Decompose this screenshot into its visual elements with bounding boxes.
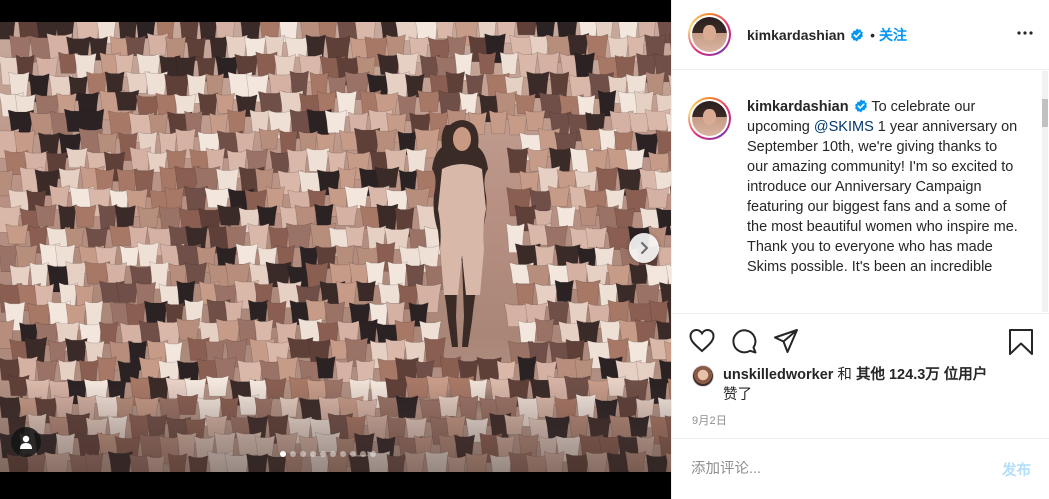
caption-username[interactable]: kimkardashian (747, 99, 849, 115)
garment-floor (0, 382, 671, 472)
likes-suffix: 赞了 (723, 387, 752, 403)
like-button[interactable] (688, 327, 716, 355)
comment-bar: 发布 (672, 438, 1049, 499)
caption-verified-icon (854, 99, 868, 113)
chevron-right-icon (641, 242, 648, 254)
post-header: kimkardashian • 关注 (672, 0, 1049, 70)
post-side-panel: kimkardashian • 关注 kimkardashian To cele… (671, 0, 1049, 499)
likes-connector: 和 (833, 367, 856, 383)
follow-separator: • (870, 26, 875, 43)
post-comment-button[interactable]: 发布 (1002, 459, 1031, 480)
carousel-dot (320, 451, 326, 457)
caption-mention-link[interactable]: @SKIMS (814, 119, 874, 135)
follow-button[interactable]: 关注 (879, 25, 907, 45)
carousel-dot (290, 451, 296, 457)
carousel-dot (370, 451, 376, 457)
carousel-dot (310, 451, 316, 457)
likes-count-link[interactable]: 其他 124.3万 位用户 (856, 367, 987, 383)
carousel-dot (280, 451, 286, 457)
share-button[interactable] (772, 327, 800, 355)
carousel-dot (330, 451, 336, 457)
tagged-users-button[interactable] (11, 427, 41, 457)
liker-username[interactable]: unskilledworker (723, 367, 833, 383)
scrollbar-thumb[interactable] (1042, 99, 1048, 127)
author-avatar[interactable] (688, 13, 731, 56)
bookmark-icon (1009, 329, 1033, 355)
action-bar (672, 313, 1049, 367)
liker-avatar[interactable] (692, 365, 714, 387)
verified-badge-icon (850, 28, 864, 42)
post-date[interactable]: 9月2日 (692, 412, 727, 428)
ellipsis-icon (1017, 31, 1033, 35)
user-icon (20, 435, 32, 449)
carousel-dot (300, 451, 306, 457)
author-username[interactable]: kimkardashian (747, 27, 845, 43)
carousel-dot (340, 451, 346, 457)
save-button[interactable] (1008, 328, 1034, 361)
author-avatar-image (692, 17, 727, 52)
heart-icon (689, 328, 715, 352)
post-image[interactable] (0, 22, 671, 472)
send-icon (774, 328, 798, 353)
likes-text: unskilledworker 和 其他 124.3万 位用户 赞了 (723, 365, 987, 405)
model-figure (432, 120, 488, 347)
likes-summary: unskilledworker 和 其他 124.3万 位用户 赞了 (692, 365, 1032, 405)
caption-text: kimkardashian To celebrate our upcoming … (747, 97, 1022, 312)
more-options-button[interactable] (1016, 24, 1034, 47)
carousel-indicator (280, 451, 376, 457)
next-image-button[interactable] (629, 233, 659, 263)
caption-scrollbar[interactable] (1042, 71, 1048, 312)
caption-section: kimkardashian To celebrate our upcoming … (672, 71, 1042, 312)
comment-button[interactable] (730, 327, 758, 355)
caption-avatar-image (692, 101, 727, 136)
comment-icon (732, 328, 757, 353)
carousel-dot (350, 451, 356, 457)
caption-author-avatar[interactable] (688, 97, 731, 140)
comment-input[interactable] (691, 461, 1002, 477)
carousel-dot (360, 451, 366, 457)
caption-body-rest: 1 year anniversary on September 10th, we… (747, 119, 1018, 275)
